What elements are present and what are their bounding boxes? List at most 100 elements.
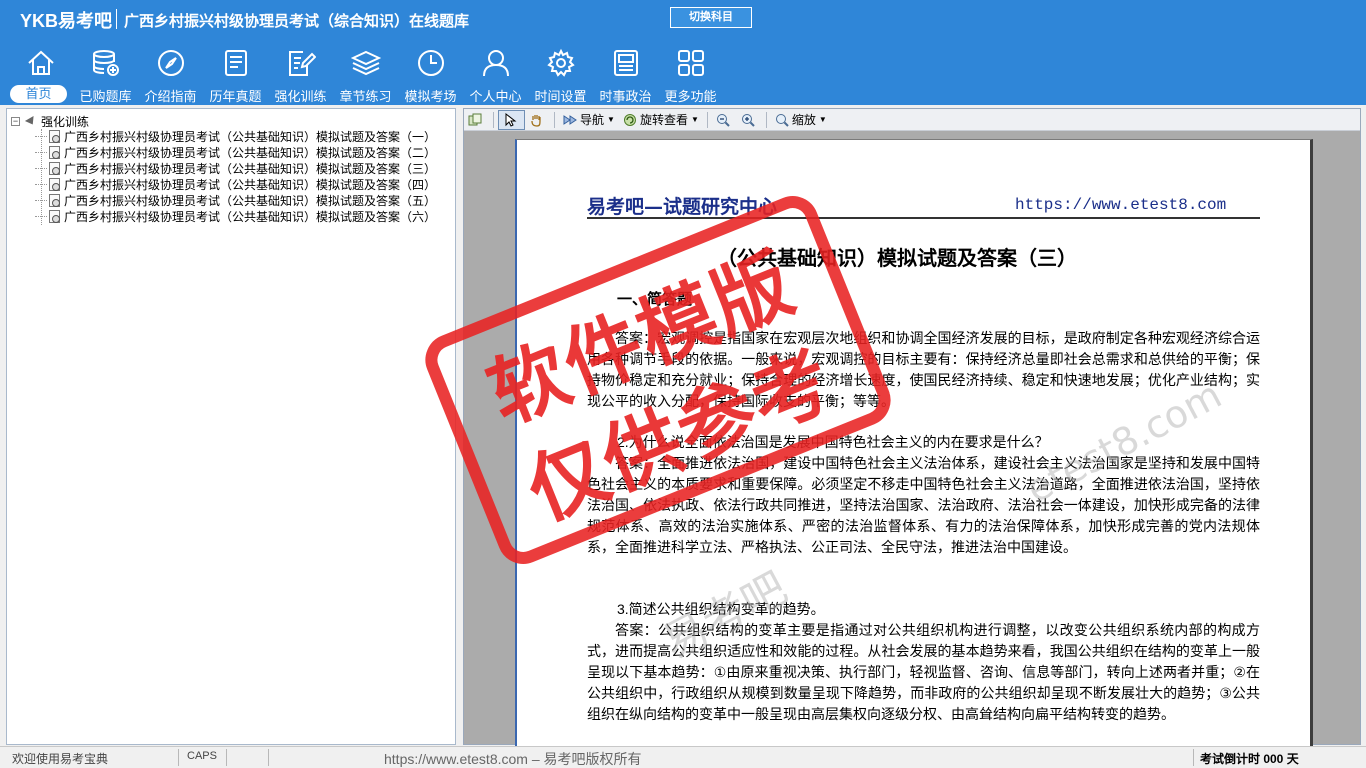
status-separator [268, 749, 269, 766]
nav-label: 介绍指南 [144, 89, 197, 104]
tree-items: 广西乡村振兴村级协理员考试（公共基础知识）模拟试题及答案（一） 广西乡村振兴村级… [35, 128, 436, 224]
toolbar-separator [706, 111, 708, 128]
tree-item[interactable]: 广西乡村振兴村级协理员考试（公共基础知识）模拟试题及答案（四） [35, 176, 436, 192]
nav-label: 强化训练 [274, 89, 327, 104]
document-icon [49, 161, 60, 175]
chevron-down-icon: ▼ [818, 115, 827, 124]
rotate-icon [623, 113, 636, 126]
nav-label: 时间设置 [534, 89, 587, 104]
nav-label: 时事政治 [599, 89, 652, 104]
zoom-menu[interactable]: 缩放 ▼ [771, 110, 831, 130]
thumbnails-button[interactable] [464, 110, 489, 130]
nav-label: 首页 [10, 85, 67, 103]
chevron-down-icon: ▼ [690, 115, 699, 124]
nav-personal[interactable]: 个人中心 [463, 44, 528, 104]
folder-arrow-icon [24, 115, 38, 127]
exam-countdown: 考试倒计时 000 天 [1200, 752, 1299, 766]
layers-icon [351, 50, 381, 76]
chevron-down-icon: ▼ [607, 115, 615, 124]
navigate-icon [563, 114, 577, 125]
collapse-toggle[interactable]: − [11, 116, 20, 126]
tree-item[interactable]: 广西乡村振兴村级协理员考试（公共基础知识）模拟试题及答案（三） [35, 160, 436, 176]
status-separator [226, 749, 227, 766]
list-doc-icon [225, 50, 247, 76]
tree-branch-line [35, 199, 47, 201]
nav-mock-exam[interactable]: 模拟考场 [398, 44, 463, 104]
app-header: YKB易考吧 广西乡村振兴村级协理员考试（综合知识）在线题库 切换科目 首页 已… [0, 0, 1366, 105]
select-tool-button[interactable] [498, 109, 525, 130]
nav-guide[interactable]: 介绍指南 [138, 44, 203, 104]
database-icon [93, 50, 119, 76]
tree-branch-line [35, 215, 47, 217]
nav-past-exams[interactable]: 历年真题 [203, 44, 268, 104]
magnifier-icon [775, 113, 789, 127]
status-separator [1193, 749, 1194, 766]
status-welcome: 欢迎使用易考宝典 [12, 752, 109, 766]
rotate-view-menu[interactable]: 旋转查看 ▼ [619, 110, 703, 130]
document-icon [49, 209, 60, 223]
tree-branch-line [35, 135, 47, 137]
tree-branch-line [35, 151, 47, 153]
nav-label: 模拟考场 [404, 89, 457, 104]
zoom-label: 缩放 [791, 113, 816, 127]
app-logo: YKB易考吧 [20, 11, 113, 31]
nav-purchased[interactable]: 已购题库 [73, 44, 138, 104]
nav-home[interactable]: 首页 [8, 44, 73, 104]
nav-label: 章节练习 [339, 89, 392, 104]
zoom-out-icon [716, 113, 730, 127]
tree-item[interactable]: 广西乡村振兴村级协理员考试（公共基础知识）模拟试题及答案（五） [35, 192, 436, 208]
news-icon [614, 50, 638, 76]
switch-subject-button[interactable]: 切换科目 [670, 7, 752, 28]
cursor-icon [505, 112, 517, 127]
tree-branch-line [35, 183, 47, 185]
compass-icon [158, 50, 184, 76]
nav-intensive[interactable]: 强化训练 [268, 44, 333, 104]
rotate-view-label: 旋转查看 [639, 113, 688, 127]
tree-item[interactable]: 广西乡村振兴村级协理员考试（公共基础知识）模拟试题及答案（二） [35, 144, 436, 160]
user-icon [483, 50, 509, 77]
home-icon [28, 50, 54, 75]
tree-item-label: 广西乡村振兴村级协理员考试（公共基础知识）模拟试题及答案（三） [64, 161, 437, 176]
title-divider [116, 9, 117, 29]
caps-indicator: CAPS [187, 750, 217, 762]
toolbar-separator [554, 111, 555, 128]
tree-item-label: 广西乡村振兴村级协理员考试（公共基础知识）模拟试题及答案（五） [64, 193, 437, 208]
toolbar-separator [493, 111, 494, 128]
document-icon [49, 193, 60, 207]
main-nav: 首页 已购题库 介绍指南 历年真题 强化训练 章节练习 模拟考场 个人中心 时间… [8, 44, 723, 104]
nav-label: 已购题库 [79, 89, 132, 104]
hand-icon [531, 114, 541, 127]
nav-more[interactable]: 更多功能 [658, 44, 723, 104]
clock-icon [418, 50, 444, 76]
tree-item-label: 广西乡村振兴村级协理员考试（公共基础知识）模拟试题及答案（六） [64, 209, 437, 224]
tree-item[interactable]: 广西乡村振兴村级协理员考试（公共基础知识）模拟试题及答案（六） [35, 208, 436, 224]
zoom-out-button[interactable] [712, 110, 737, 130]
app-title: 广西乡村振兴村级协理员考试（综合知识）在线题库 [124, 13, 470, 30]
document-icon [49, 129, 60, 143]
tree-branch-line [35, 167, 47, 169]
navigate-menu[interactable]: 导航 ▼ [559, 110, 619, 130]
nav-chapter[interactable]: 章节练习 [333, 44, 398, 104]
document-icon [49, 145, 60, 159]
nav-time-settings[interactable]: 时间设置 [528, 44, 593, 104]
status-bar: 欢迎使用易考宝典 CAPS https://www.etest8.com – 易… [0, 746, 1366, 768]
nav-label: 更多功能 [664, 89, 717, 104]
gear-icon [547, 48, 575, 77]
navigate-label: 导航 [580, 113, 605, 127]
status-separator [178, 749, 179, 766]
zoom-in-button[interactable] [737, 110, 762, 130]
thumbnails-icon [468, 113, 482, 125]
tree-item-label: 广西乡村振兴村级协理员考试（公共基础知识）模拟试题及答案（一） [64, 129, 437, 144]
doc-header-url: https://www.etest8.com [1015, 196, 1227, 214]
tree-item-label: 广西乡村振兴村级协理员考试（公共基础知识）模拟试题及答案（二） [64, 145, 437, 160]
nav-label: 个人中心 [469, 89, 522, 104]
toolbar-separator [765, 111, 767, 128]
title-row: YKB易考吧 广西乡村振兴村级协理员考试（综合知识）在线题库 切换科目 [0, 0, 1366, 36]
nav-current-affairs[interactable]: 时事政治 [593, 44, 658, 104]
viewer-toolbar: 导航 ▼ 旋转查看 ▼ 缩放 ▼ [464, 109, 1360, 131]
edit-doc-icon [289, 51, 316, 76]
hand-tool-button[interactable] [525, 110, 550, 130]
tree-item[interactable]: 广西乡村振兴村级协理员考试（公共基础知识）模拟试题及答案（一） [35, 128, 436, 144]
nav-label: 历年真题 [209, 89, 262, 104]
document-icon [49, 177, 60, 191]
